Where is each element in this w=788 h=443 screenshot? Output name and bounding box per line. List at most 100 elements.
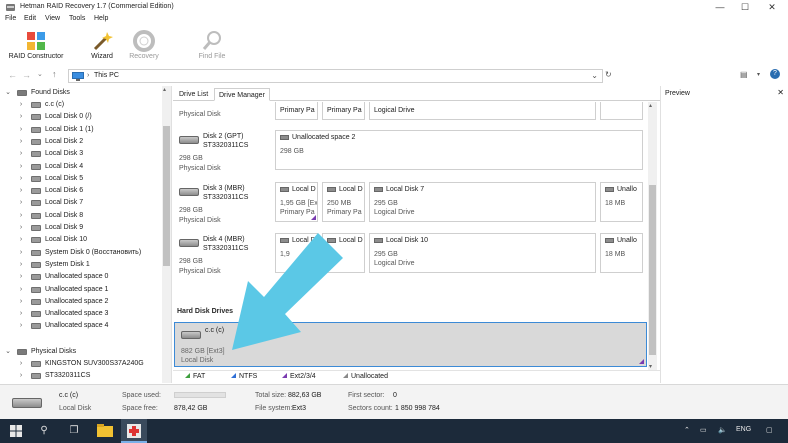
tree-item-found-disk[interactable]: › Unallocated space 2: [0, 296, 162, 308]
disk-row-disk3[interactable]: Disk 3 (MBR) ST3320311CS 298 GB Physical…: [173, 182, 648, 228]
expand-chevron-icon[interactable]: ›: [17, 320, 25, 332]
menu-edit[interactable]: Edit: [24, 15, 36, 22]
tab-drive-list[interactable]: Drive List: [175, 88, 212, 101]
expand-chevron-icon[interactable]: ›: [17, 136, 25, 148]
expand-chevron-icon[interactable]: ›: [17, 296, 25, 308]
partition-box[interactable]: Local D: [322, 233, 365, 273]
tree-item-found-disk[interactable]: › System Disk 1: [0, 259, 162, 271]
search-icon[interactable]: ⚲: [37, 424, 51, 438]
partition-box[interactable]: Local Disk 10 295 GB Logical Drive: [369, 233, 596, 273]
tab-drive-manager[interactable]: Drive Manager: [214, 88, 270, 101]
expand-chevron-icon[interactable]: ›: [17, 148, 25, 160]
find-file-button[interactable]: Find File: [194, 27, 230, 67]
maximize-button[interactable]: ☐: [731, 1, 759, 13]
partition-box[interactable]: Primary Pa: [275, 102, 318, 120]
help-icon[interactable]: ?: [770, 69, 780, 79]
tree-item-found-disk[interactable]: › Local Disk 2: [0, 136, 162, 148]
tree-group-physical-disks[interactable]: ⌄ Physical Disks: [0, 346, 162, 358]
tree-item-found-disk[interactable]: › c.c (c): [0, 99, 162, 111]
menu-tools[interactable]: Tools: [69, 15, 85, 22]
tree-item-found-disk[interactable]: › Local Disk 3: [0, 148, 162, 160]
tree-item-found-disk[interactable]: › Unallocated space 4: [0, 320, 162, 332]
windows-start-icon[interactable]: [10, 425, 22, 437]
expand-chevron-icon[interactable]: ›: [17, 308, 25, 320]
expand-chevron-icon[interactable]: ›: [17, 185, 25, 197]
language-indicator[interactable]: ENG: [736, 426, 751, 433]
tree-item-physical-disk[interactable]: › ST3320311CS: [0, 370, 162, 382]
partition-box[interactable]: Local D 250 MB Primary Pa: [322, 182, 365, 222]
selected-drive-tile[interactable]: c.c (c) 882 GB [Ext3] Local Disk: [174, 322, 647, 367]
close-button[interactable]: ✕: [758, 1, 786, 13]
expand-chevron-icon[interactable]: ›: [17, 259, 25, 271]
tree-item-found-disk[interactable]: › Local Disk 1 (1): [0, 124, 162, 136]
history-chevron-icon[interactable]: ⌄: [37, 70, 43, 78]
tree-item-found-disk[interactable]: › Local Disk 6: [0, 185, 162, 197]
wizard-button[interactable]: Wizard: [86, 27, 118, 67]
expand-chevron-icon[interactable]: ›: [17, 284, 25, 296]
tree-scroll-thumb[interactable]: [163, 126, 170, 266]
partition-box[interactable]: Unallo 18 MB: [600, 233, 643, 273]
drive-manager-scroll-thumb[interactable]: [649, 185, 656, 355]
forward-icon[interactable]: →: [22, 70, 31, 80]
tree-item-found-disk[interactable]: › Local Disk 0 (/): [0, 111, 162, 123]
tree-item-found-disk[interactable]: › Local Disk 4: [0, 161, 162, 173]
scroll-up-icon[interactable]: ▴: [649, 102, 652, 109]
dropdown-chevron-icon[interactable]: ⌄: [591, 71, 598, 80]
tree-item-found-disk[interactable]: › Local Disk 5: [0, 173, 162, 185]
tray-chevron-icon[interactable]: ⌃: [684, 426, 690, 434]
task-view-icon[interactable]: ❐: [67, 424, 81, 438]
raid-recovery-taskbar-button[interactable]: [121, 419, 147, 443]
expand-chevron-icon[interactable]: ›: [17, 99, 25, 111]
expand-chevron-icon[interactable]: ›: [17, 161, 25, 173]
collapse-chevron-icon[interactable]: ⌄: [4, 346, 12, 358]
view-options-icon[interactable]: ▤: [740, 70, 748, 79]
tree-item-found-disk[interactable]: › System Disk 0 (Восстановить): [0, 247, 162, 259]
tree-item-found-disk[interactable]: › Local Disk 7: [0, 197, 162, 209]
collapse-chevron-icon[interactable]: ⌄: [4, 87, 12, 99]
tree-item-found-disk[interactable]: › Unallocated space 1: [0, 284, 162, 296]
expand-chevron-icon[interactable]: ›: [17, 234, 25, 246]
tree-scrollbar[interactable]: ▴: [162, 86, 171, 383]
partition-box[interactable]: Unallo 18 MB: [600, 182, 643, 222]
disk-row-disk4[interactable]: Disk 4 (MBR) ST3320311CS 298 GB Physical…: [173, 233, 648, 279]
raid-constructor-button[interactable]: RAID Constructor: [4, 27, 68, 67]
tree-group-found-disks[interactable]: ⌄ Found Disks: [0, 87, 162, 99]
disk-row-disk2[interactable]: Disk 2 (GPT) ST3320311CS 298 GB Physical…: [173, 130, 648, 180]
refresh-icon[interactable]: ↻: [605, 70, 612, 79]
expand-chevron-icon[interactable]: ›: [17, 197, 25, 209]
expand-chevron-icon[interactable]: ›: [17, 370, 25, 382]
file-explorer-icon[interactable]: [97, 424, 113, 437]
menu-help[interactable]: Help: [94, 15, 108, 22]
expand-chevron-icon[interactable]: ›: [17, 173, 25, 185]
up-icon[interactable]: ↑: [52, 69, 57, 79]
network-icon[interactable]: ▭: [700, 426, 707, 434]
partition-box[interactable]: Logical Drive: [369, 102, 596, 120]
close-preview-icon[interactable]: ✕: [777, 88, 784, 97]
disk-row[interactable]: Physical Disk Primary Pa Primary Pa Logi…: [173, 102, 648, 124]
expand-chevron-icon[interactable]: ›: [17, 271, 25, 283]
expand-chevron-icon[interactable]: ›: [17, 358, 25, 370]
expand-chevron-icon[interactable]: ›: [17, 247, 25, 259]
tree-item-physical-disk[interactable]: › KINGSTON SUV300S37A240G: [0, 358, 162, 370]
tree-item-found-disk[interactable]: › Local Disk 9: [0, 222, 162, 234]
minimize-button[interactable]: —: [706, 1, 734, 13]
recovery-button[interactable]: Recovery: [126, 27, 162, 67]
expand-chevron-icon[interactable]: ›: [17, 222, 25, 234]
partition-box[interactable]: Local D 1,95 GB [Ex Primary Pa: [275, 182, 318, 222]
back-icon[interactable]: ←: [8, 70, 17, 80]
partition-box[interactable]: Unallocated space 2 298 GB: [275, 130, 643, 170]
tree-item-found-disk[interactable]: › Unallocated space 3: [0, 308, 162, 320]
expand-chevron-icon[interactable]: ›: [17, 124, 25, 136]
tree-item-found-disk[interactable]: › Local Disk 10: [0, 234, 162, 246]
volume-icon[interactable]: 🔈: [718, 426, 727, 434]
partition-box[interactable]: [600, 102, 643, 120]
address-field[interactable]: › This PC ⌄: [68, 69, 603, 83]
scroll-up-icon[interactable]: ▴: [163, 86, 166, 93]
tree-item-found-disk[interactable]: › Local Disk 8: [0, 210, 162, 222]
view-options-chevron-icon[interactable]: ▾: [757, 71, 760, 78]
partition-box[interactable]: Primary Pa: [322, 102, 365, 120]
partition-box[interactable]: Local D 1,9: [275, 233, 318, 273]
expand-chevron-icon[interactable]: ›: [17, 210, 25, 222]
menu-view[interactable]: View: [45, 15, 60, 22]
scroll-down-icon[interactable]: ▾: [649, 363, 652, 370]
